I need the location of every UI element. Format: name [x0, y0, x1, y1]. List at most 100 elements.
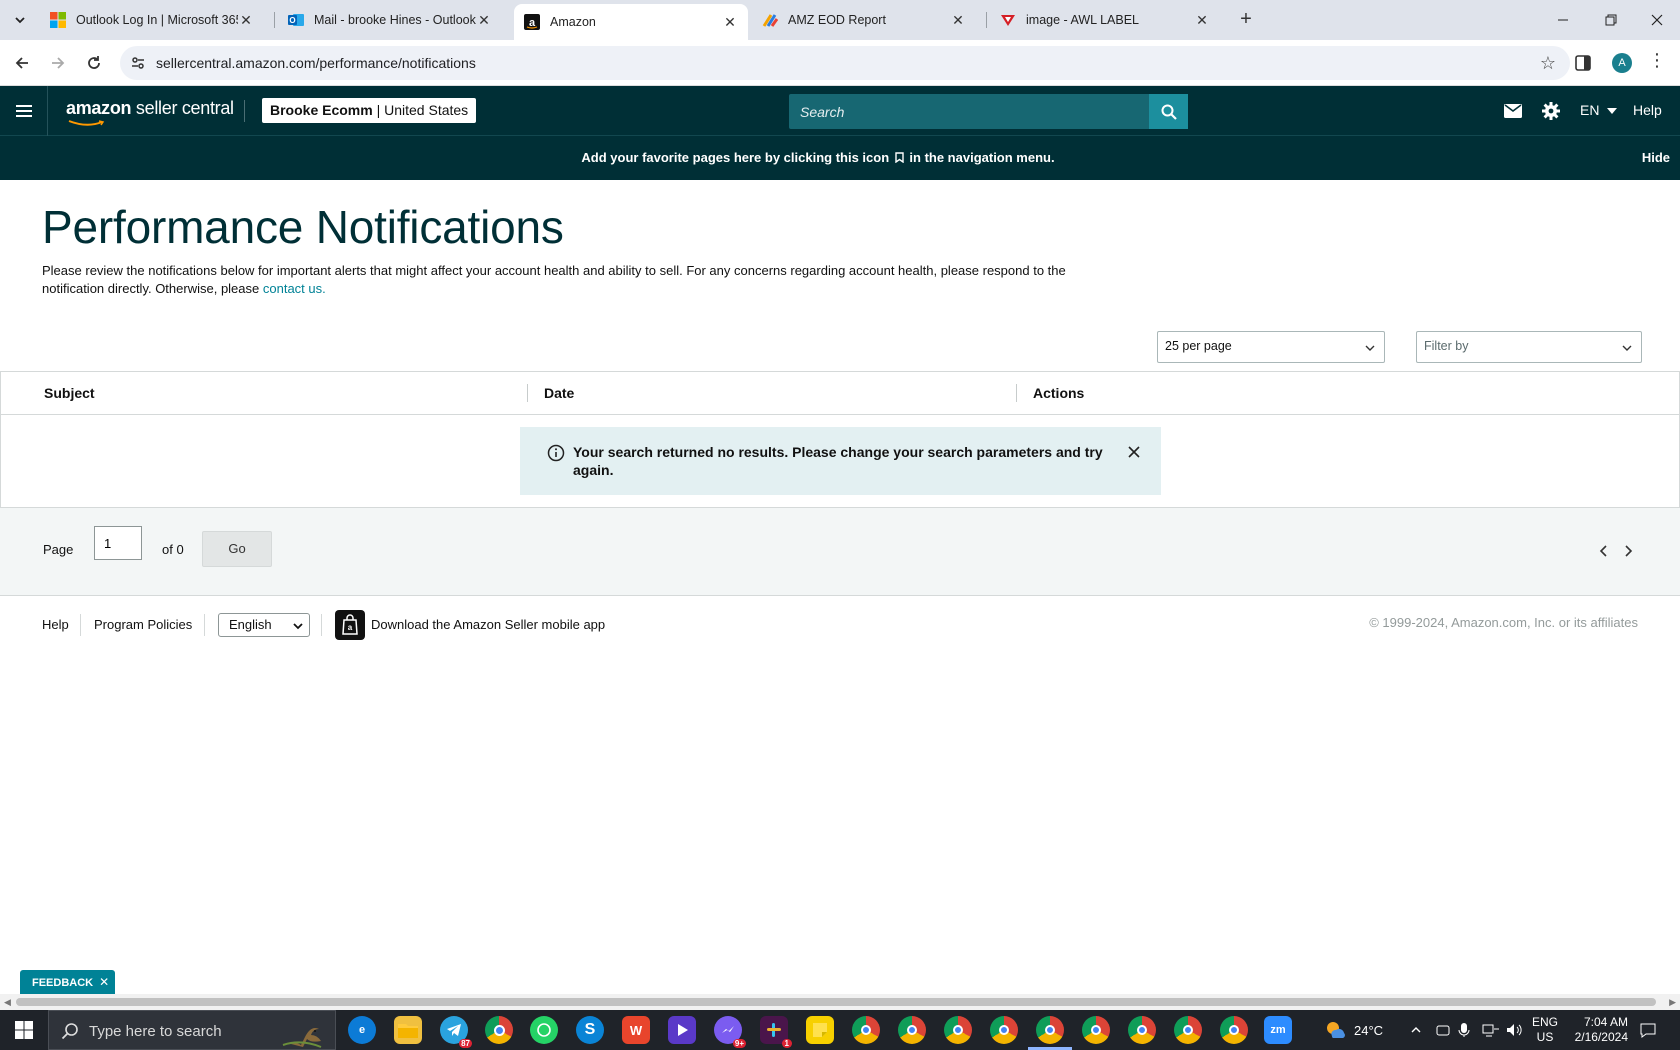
close-window-button[interactable]: [1634, 0, 1680, 40]
weather-widget[interactable]: 24°C: [1324, 1010, 1383, 1050]
description-text: Please review the notifications below fo…: [42, 263, 1066, 296]
minimize-button[interactable]: [1540, 0, 1586, 40]
tab-amazon[interactable]: a Amazon ✕: [514, 4, 748, 40]
scrollbar-thumb[interactable]: [16, 998, 1656, 1006]
amazon-app-icon[interactable]: a: [335, 610, 365, 640]
close-icon[interactable]: ✕: [238, 12, 254, 28]
tab-search-button[interactable]: [8, 8, 32, 32]
chrome-profile-icon[interactable]: [990, 1016, 1018, 1044]
chrome-profile-icon[interactable]: [1174, 1016, 1202, 1044]
forward-button[interactable]: [44, 49, 72, 77]
footer-help-link[interactable]: Help: [42, 617, 69, 632]
tab-awl-label[interactable]: image - AWL LABEL ✕: [990, 4, 1220, 36]
site-info-icon[interactable]: [130, 55, 146, 71]
report-icon: [762, 12, 778, 28]
language-selector[interactable]: EN: [1580, 102, 1618, 118]
tab-amz-eod-report[interactable]: AMZ EOD Report ✕: [752, 4, 976, 36]
restore-button[interactable]: [1588, 0, 1634, 40]
file-explorer-icon[interactable]: [394, 1016, 422, 1044]
close-icon[interactable]: ✕: [476, 12, 492, 28]
minimize-icon: [1558, 19, 1568, 21]
reload-button[interactable]: [80, 49, 108, 77]
notifications-button[interactable]: [1636, 1010, 1660, 1050]
chevron-right-icon[interactable]: [1621, 544, 1635, 558]
chrome-app-icon[interactable]: [485, 1016, 513, 1044]
show-hidden-icons[interactable]: [1410, 1010, 1422, 1050]
taskbar-search[interactable]: Type here to search: [48, 1010, 336, 1050]
browser-tab-bar: Outlook Log In | Microsoft 365 ✕ O Mail …: [0, 0, 1680, 40]
camera-tray-icon[interactable]: [1436, 1010, 1450, 1050]
messenger-app-icon[interactable]: 9+: [714, 1016, 746, 1048]
chrome-profile-icon[interactable]: [1082, 1016, 1110, 1044]
hide-banner-button[interactable]: Hide: [1642, 150, 1670, 165]
column-subject[interactable]: Subject: [44, 385, 95, 401]
telegram-app-icon[interactable]: 87: [440, 1016, 472, 1048]
search-input[interactable]: [789, 94, 1149, 129]
column-date[interactable]: Date: [544, 385, 574, 401]
network-icon[interactable]: [1482, 1010, 1500, 1050]
hamburger-menu-button[interactable]: [0, 86, 48, 136]
caret-down-icon: [1607, 108, 1618, 115]
bookmark-star-icon[interactable]: ☆: [1540, 53, 1556, 74]
column-actions: Actions: [1033, 385, 1085, 401]
wps-app-icon[interactable]: W: [622, 1016, 650, 1044]
horizontal-scrollbar[interactable]: ◀ ▶: [0, 994, 1680, 1010]
back-button[interactable]: [8, 49, 36, 77]
slack-app-icon[interactable]: 1: [760, 1016, 792, 1048]
whatsapp-app-icon[interactable]: [530, 1016, 558, 1044]
table-header: Subject Date Actions: [1, 372, 1679, 415]
per-page-select[interactable]: 25 per page: [1157, 331, 1385, 363]
address-bar[interactable]: sellercentral.amazon.com/performance/not…: [120, 46, 1570, 80]
scroll-right-icon[interactable]: ▶: [1669, 997, 1676, 1008]
account-region: United States: [384, 102, 469, 118]
input-language[interactable]: ENG US: [1532, 1010, 1558, 1050]
media-app-icon[interactable]: [668, 1016, 696, 1044]
copyright: © 1999-2024, Amazon.com, Inc. or its aff…: [1369, 615, 1638, 630]
go-button[interactable]: Go: [202, 531, 272, 567]
close-icon[interactable]: ✕: [99, 975, 109, 989]
help-link[interactable]: Help: [1633, 102, 1662, 118]
close-icon[interactable]: ✕: [1194, 12, 1210, 28]
profile-avatar[interactable]: A: [1612, 53, 1632, 73]
tab-outlook-mail[interactable]: O Mail - brooke Hines - Outlook ✕: [278, 4, 502, 36]
new-tab-button[interactable]: +: [1234, 8, 1258, 32]
chrome-profile-icon[interactable]: [1128, 1016, 1156, 1044]
settings-button[interactable]: [1541, 101, 1561, 121]
account-switcher[interactable]: Brooke Ecomm | United States: [262, 98, 477, 123]
filter-select[interactable]: Filter by: [1416, 331, 1642, 363]
chrome-profile-icon[interactable]: [852, 1016, 880, 1044]
program-policies-link[interactable]: Program Policies: [94, 617, 192, 632]
chrome-profile-icon[interactable]: [1220, 1016, 1248, 1044]
skype-app-icon[interactable]: S: [576, 1016, 604, 1044]
contact-us-link[interactable]: contact us.: [263, 281, 326, 296]
search-field[interactable]: [789, 94, 1149, 129]
search-button[interactable]: [1149, 94, 1188, 129]
chevron-down-icon: [15, 17, 25, 24]
page-number-input[interactable]: [94, 526, 142, 560]
microphone-icon[interactable]: [1458, 1010, 1470, 1050]
clock[interactable]: 7:04 AM 2/16/2024: [1572, 1010, 1628, 1050]
browser-menu-icon[interactable]: ⋮: [1648, 50, 1666, 71]
download-app-link[interactable]: Download the Amazon Seller mobile app: [371, 617, 605, 632]
chrome-profile-icon[interactable]: [898, 1016, 926, 1044]
start-button[interactable]: [0, 1010, 48, 1050]
edge-app-icon[interactable]: e: [348, 1016, 376, 1044]
close-icon[interactable]: ✕: [722, 14, 738, 30]
page-footer: Help Program Policies English a Download…: [0, 596, 1680, 656]
messages-button[interactable]: [1503, 101, 1523, 121]
zoom-app-icon[interactable]: zm: [1264, 1016, 1292, 1044]
close-icon[interactable]: [1126, 444, 1142, 460]
page-count: of 0: [162, 542, 184, 557]
chrome-profile-icon[interactable]: [944, 1016, 972, 1044]
footer-language-select[interactable]: English: [218, 613, 310, 637]
sticky-notes-icon[interactable]: [806, 1016, 834, 1044]
volume-icon[interactable]: [1506, 1010, 1524, 1050]
scroll-left-icon[interactable]: ◀: [4, 997, 11, 1008]
close-icon[interactable]: ✕: [950, 12, 966, 28]
tab-outlook-login[interactable]: Outlook Log In | Microsoft 365 ✕: [40, 4, 264, 36]
chrome-profile-icon[interactable]: [1028, 1016, 1072, 1050]
chevron-left-icon[interactable]: [1597, 544, 1611, 558]
side-panel-icon[interactable]: [1574, 54, 1592, 72]
feedback-button[interactable]: FEEDBACK ✕: [20, 970, 116, 994]
seller-central-logo[interactable]: amazon seller central: [66, 98, 234, 119]
